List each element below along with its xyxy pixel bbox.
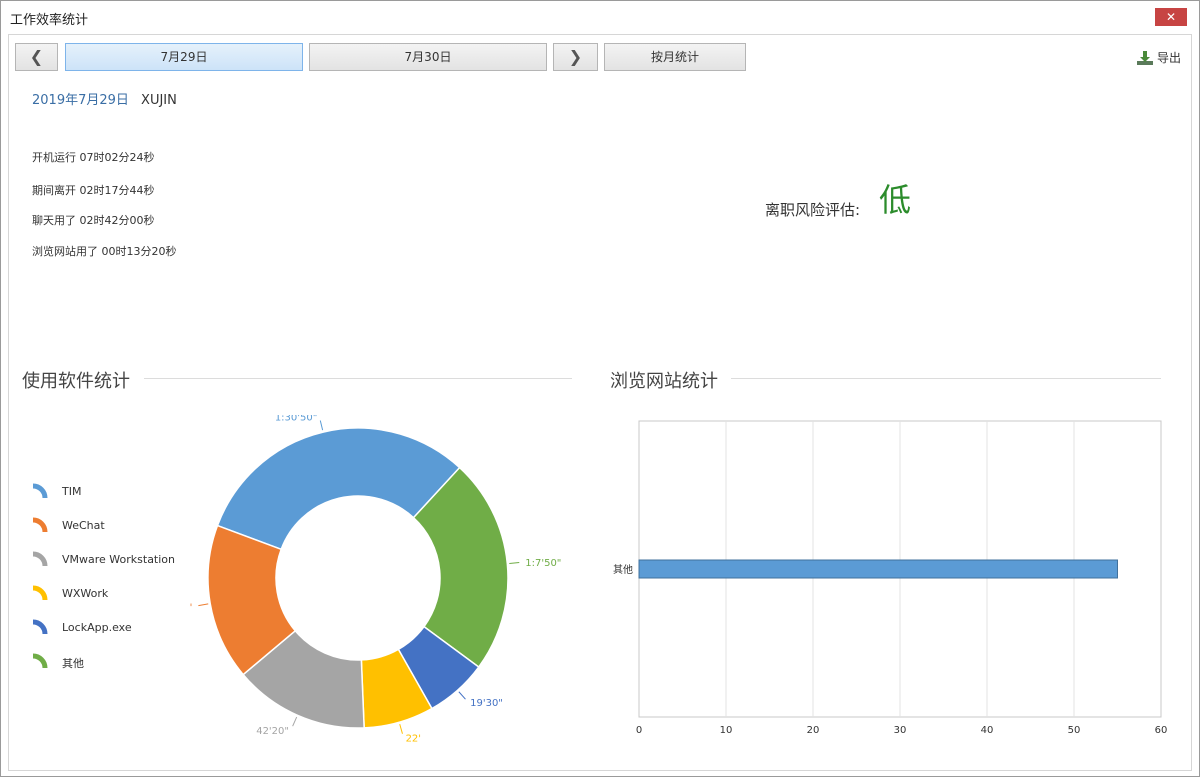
export-label: 导出 (1156, 51, 1181, 65)
title-bar: 工作效率统计 ✕ (1, 1, 1199, 33)
legend-swatch-icon (32, 585, 48, 601)
report-header: 2019年7月29日 XUJIN (32, 89, 177, 108)
data-label: 22' (406, 734, 421, 745)
donut-slice (216, 427, 461, 551)
legend-item: VMware Workstation (31, 550, 175, 584)
legend-item: LockApp.exe (31, 618, 175, 652)
data-label-leader (292, 716, 298, 727)
stat-away: 期间离开 02时17分44秒 (32, 184, 155, 197)
x-tick-label: 50 (1068, 725, 1081, 736)
window-title: 工作效率统计 (10, 13, 89, 28)
data-label-leader (319, 420, 324, 431)
download-icon (1136, 50, 1153, 65)
risk-label: 离职风险评估: (765, 201, 861, 219)
prev-day-button[interactable]: ❮ (15, 43, 58, 71)
legend-swatch-icon (32, 517, 48, 533)
legend-item: TIM (31, 482, 175, 516)
data-label-leader (458, 691, 466, 700)
legend-swatch-icon (32, 653, 48, 669)
y-category-label: 其他 (613, 563, 633, 576)
data-label-leader (198, 603, 209, 607)
risk-value: 低 (879, 181, 912, 219)
software-legend: TIM WeChat VMware Workstation WXWork LockApp… (31, 482, 175, 686)
tab-day-2[interactable]: 7月30日 (309, 43, 547, 71)
legend-label: WXWork (62, 587, 109, 600)
data-label: 1:30'50" (275, 415, 318, 424)
legend-item: WeChat (31, 516, 175, 550)
legend-label: LockApp.exe (62, 621, 132, 634)
next-day-button[interactable]: ❯ (553, 43, 598, 71)
legend-swatch-icon (32, 483, 48, 499)
bar (638, 559, 1118, 579)
stat-uptime: 开机运行 07时02分24秒 (32, 151, 155, 164)
legend-label: 其他 (62, 657, 84, 670)
report-date: 2019年7月29日 (32, 93, 129, 108)
data-label-leader (509, 562, 520, 564)
close-button[interactable]: ✕ (1155, 8, 1187, 26)
tab-day-1[interactable]: 7月29日 (65, 43, 303, 71)
data-label: 49' (189, 602, 192, 613)
stat-chat: 聊天用了 02时42分00秒 (32, 214, 155, 227)
data-label: 1:7'50" (525, 558, 561, 569)
website-bar-chart: 0 10 20 30 40 50 60 其他 (613, 420, 1168, 736)
x-tick-label: 0 (636, 725, 642, 736)
legend-label: VMware Workstation (62, 553, 176, 566)
website-section-title: 浏览网站统计 (610, 371, 718, 392)
legend-item: 其他 (31, 652, 175, 686)
report-user: XUJIN (141, 93, 177, 108)
legend-swatch-icon (32, 551, 48, 567)
software-section-divider (144, 378, 572, 379)
monthly-stats-button[interactable]: 按月统计 (604, 43, 746, 71)
data-label: 42'20" (256, 726, 289, 737)
export-button[interactable]: 导出 (1136, 49, 1181, 66)
legend-swatch-icon (32, 619, 48, 635)
legend-label: TIM (62, 485, 82, 498)
legend-label: WeChat (62, 519, 105, 532)
website-section-divider (731, 378, 1161, 379)
data-label: 19'30" (470, 698, 503, 709)
software-section-title: 使用软件统计 (22, 371, 130, 392)
data-label-leader (399, 724, 403, 734)
legend-item: WXWork (31, 584, 175, 618)
stat-browsing: 浏览网站用了 00时13分20秒 (32, 245, 177, 258)
x-tick-label: 40 (981, 725, 994, 736)
main-panel: ❮ 7月29日 7月30日 ❯ 按月统计 导出 2019年7月29日 XUJIN… (8, 34, 1192, 771)
x-tick-label: 10 (720, 725, 733, 736)
x-tick-label: 60 (1155, 725, 1168, 736)
software-donut-chart: 1:30'50" 1:7'50" 19'30" 22' 42'20" 49' (189, 415, 561, 745)
x-tick-label: 20 (807, 725, 820, 736)
app-window: 工作效率统计 ✕ ❮ 7月29日 7月30日 ❯ 按月统计 导出 2019年7月… (0, 0, 1200, 777)
x-tick-label: 30 (894, 725, 907, 736)
